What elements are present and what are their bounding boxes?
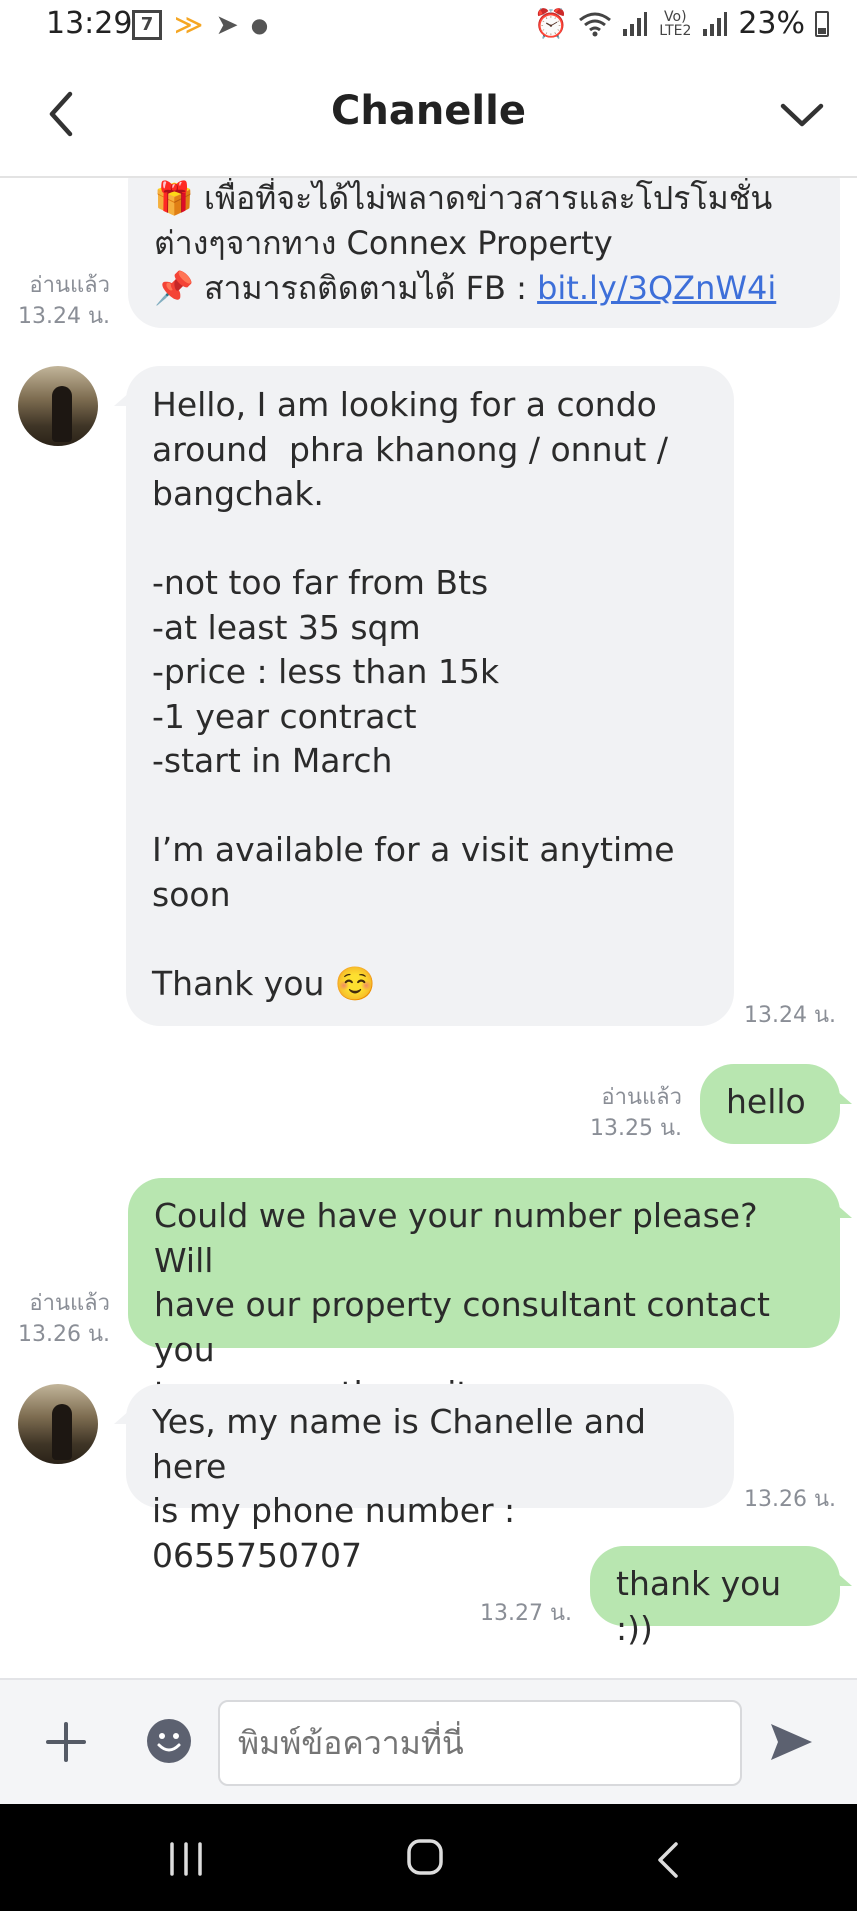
composer-bar <box>0 1678 857 1806</box>
chevron-down-icon[interactable] <box>777 92 827 136</box>
battery-percent: 23% <box>738 6 805 41</box>
plus-icon[interactable] <box>44 1720 88 1764</box>
message-link[interactable]: bit.ly/3QZnW4i <box>537 269 776 307</box>
read-status: อ่านแล้ว <box>29 273 110 298</box>
avatar[interactable] <box>18 366 98 446</box>
message-time: 13.25 น. <box>589 1116 682 1141</box>
telegram-icon: ➤ <box>215 8 239 41</box>
avatar[interactable] <box>18 1384 98 1464</box>
message-time: 13.24 น. <box>744 1003 837 1028</box>
chat-title: Chanelle <box>331 88 526 134</box>
message-bubble-outgoing[interactable]: hello <box>700 1064 840 1144</box>
avatar-figure <box>52 1404 72 1460</box>
message-bubble-incoming[interactable]: Yes, my name is Chanelle and here is my … <box>126 1384 734 1575</box>
volte-label: Vo) LTE2 <box>659 8 692 39</box>
message-time: 13.24 น. <box>17 304 110 329</box>
bubble-tail <box>836 1572 852 1586</box>
message-time: 13.26 น. <box>744 1487 837 1512</box>
bubble-tail <box>836 1090 852 1104</box>
message-meta: อ่านแล้ว 13.26 น. <box>14 1288 110 1350</box>
alarm-icon: ⏰ <box>533 6 569 40</box>
chat-header: Chanelle <box>0 52 857 178</box>
home-icon[interactable] <box>406 1838 444 1876</box>
message-time: 13.27 น. <box>479 1601 572 1626</box>
battery-icon <box>815 10 829 37</box>
stripes-app-icon: ≫ <box>174 8 204 41</box>
message-meta: อ่านแล้ว 13.25 น. <box>574 1082 682 1144</box>
more-notifications-dot-icon: ● <box>250 13 269 37</box>
read-status: อ่านแล้ว <box>601 1085 682 1110</box>
send-icon[interactable] <box>768 1720 814 1764</box>
nav-back-icon[interactable] <box>652 1840 682 1880</box>
message-bubble-outgoing[interactable]: 🎁 เพื่อที่จะได้ไม่พลาดข่าวสารและโปรโมชั่… <box>128 178 840 328</box>
avatar-figure <box>52 386 72 442</box>
emoji-icon[interactable] <box>146 1718 192 1764</box>
system-indicators: ⏰ Vo) LTE2 23% <box>533 6 829 41</box>
message-bubble-outgoing[interactable]: thank you :)) <box>590 1546 840 1648</box>
signal-2-icon <box>703 11 728 36</box>
seven-eleven-app-icon: 7 <box>132 10 162 40</box>
notification-icons: 7 ≫ ➤ ● <box>132 10 268 40</box>
message-meta: อ่านแล้ว 13.24 น. <box>14 270 110 332</box>
read-status: อ่านแล้ว <box>29 1291 110 1316</box>
recent-apps-icon[interactable] <box>166 1842 206 1876</box>
message-bubble-incoming[interactable]: Hello, I am looking for a condo around p… <box>126 366 734 1026</box>
message-bubble-outgoing[interactable]: Could we have your number please? Will h… <box>128 1178 840 1413</box>
message-list[interactable]: อ่านแล้ว 13.24 น. 🎁 เพื่อที่จะได้ไม่พลาด… <box>0 178 857 1678</box>
system-nav-bar <box>0 1804 857 1911</box>
wifi-icon <box>579 12 612 36</box>
status-bar: 13:29 7 ≫ ➤ ● ⏰ Vo) LTE2 23% <box>0 0 857 52</box>
message-input[interactable] <box>218 1700 742 1786</box>
signal-icon <box>623 11 648 36</box>
message-time: 13.26 น. <box>17 1322 110 1347</box>
status-time: 13:29 <box>46 6 133 41</box>
bubble-tail <box>836 1204 852 1218</box>
